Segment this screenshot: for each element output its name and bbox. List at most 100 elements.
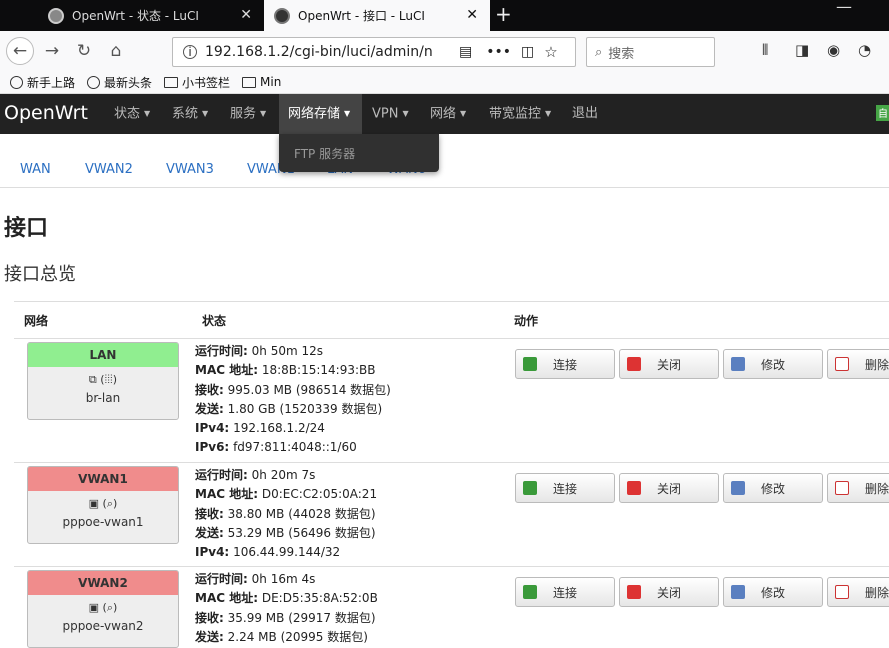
interface-name: VWAN2 [28, 571, 178, 595]
browser-tab-bar: OpenWrt - 状态 - LuCI ✕ OpenWrt - 接口 - LuC… [0, 0, 889, 31]
tx-value: 1.80 GB (1520339 数据包) [227, 401, 383, 416]
connect-button[interactable]: 连接 [515, 577, 615, 607]
menu-network[interactable]: 网络 ▼ [422, 94, 474, 134]
brand-logo[interactable]: OpenWrt [4, 102, 88, 124]
page-actions-icon[interactable]: ••• [486, 44, 511, 60]
edit-button[interactable]: 修改 [723, 473, 823, 503]
pocket-icon[interactable]: ◫ [521, 44, 534, 60]
button-label: 修改 [761, 481, 786, 496]
reload-icon[interactable]: ↻ [70, 37, 98, 65]
menu-logout[interactable]: 退出 [564, 94, 606, 134]
mac-label: MAC 地址: [195, 591, 259, 606]
account-icon[interactable]: ◉ [827, 41, 840, 59]
url-text[interactable]: 192.168.1.2/cgi-bin/luci/admin/n [205, 44, 455, 60]
refresh-icon [523, 585, 537, 599]
menu-nas[interactable]: 网络存储 ▼ [279, 94, 362, 134]
browser-toolbar: ← → ↻ ⌂ i 192.168.1.2/cgi-bin/luci/admin… [0, 31, 889, 71]
delete-icon [835, 481, 849, 495]
browser-tab-status[interactable]: OpenWrt - 状态 - LuCI ✕ [38, 0, 264, 31]
interface-status: 运行时间: 0h 16m 4s MAC 地址: DE:D5:35:8A:52:0… [195, 570, 378, 647]
status-badge: 自 [876, 105, 889, 121]
folder-icon [242, 76, 257, 88]
menu-services[interactable]: 服务 ▼ [222, 94, 274, 134]
library-icon[interactable]: ⫴ [762, 41, 768, 59]
delete-button[interactable]: 删除 [827, 349, 889, 379]
uptime-value: 0h 50m 12s [251, 344, 323, 358]
section-title: 接口总览 [4, 264, 76, 285]
caret-down-icon: ▼ [402, 109, 409, 118]
interface-status: 运行时间: 0h 50m 12s MAC 地址: 18:8B:15:14:93:… [195, 342, 391, 458]
button-label: 删除 [865, 357, 889, 372]
rx-value: 995.03 MB (986514 数据包) [227, 382, 391, 397]
interface-device-box: ▣ (⌕) pppoe-vwan2 [28, 595, 178, 647]
button-label: 修改 [761, 357, 786, 372]
close-button[interactable]: 关闭 [619, 577, 719, 607]
delete-button[interactable]: 删除 [827, 473, 889, 503]
stop-icon [627, 585, 641, 599]
sidebar-icon[interactable]: ◨ [795, 41, 809, 59]
row-divider [14, 462, 889, 463]
tab-vwan2[interactable]: VWAN2 [85, 162, 133, 177]
openwrt-favicon-icon [274, 7, 290, 24]
back-arrow-icon[interactable]: ← [6, 37, 34, 65]
interface-badge-vwan1: VWAN1 ▣ (⌕) pppoe-vwan1 [27, 466, 179, 544]
search-bar[interactable]: ⌕ 搜索 [586, 37, 715, 67]
column-header: 网络 [24, 314, 49, 328]
search-placeholder: 搜索 [608, 46, 635, 62]
delete-icon [835, 585, 849, 599]
new-tab-icon[interactable]: + [495, 2, 512, 26]
menu-label: 退出 [572, 106, 599, 121]
bookmark-label: Min [260, 75, 282, 89]
address-bar[interactable]: i 192.168.1.2/cgi-bin/luci/admin/n ▤ •••… [172, 37, 576, 67]
bookmark-item[interactable]: 最新头条 [87, 74, 152, 91]
bookmark-item[interactable]: 新手上路 [10, 74, 75, 91]
tab-wan[interactable]: WAN [20, 162, 51, 177]
browser-tab-interfaces[interactable]: OpenWrt - 接口 - LuCI ✕ [264, 0, 490, 31]
info-icon[interactable]: i [183, 45, 197, 59]
page-title: 接口 [4, 216, 49, 241]
folder-icon [164, 76, 179, 88]
rx-label: 接收: [195, 382, 224, 397]
reader-view-icon[interactable]: ▤ [459, 44, 472, 60]
tx-label: 发送: [195, 401, 224, 416]
menu-label: 服务 [230, 106, 257, 122]
forward-arrow-icon[interactable]: → [38, 37, 66, 65]
menu-vpn[interactable]: VPN ▼ [364, 94, 417, 134]
row-divider [14, 338, 889, 339]
connect-button[interactable]: 连接 [515, 473, 615, 503]
bookmark-folder[interactable]: Min [242, 75, 281, 89]
sync-icon[interactable]: ◔ [858, 41, 871, 59]
tab-vwan3[interactable]: VWAN3 [166, 162, 214, 177]
dropdown-item-ftp[interactable]: FTP 服务器 [294, 145, 355, 162]
column-header: 状态 [202, 314, 227, 328]
close-tab-icon[interactable]: ✕ [466, 7, 478, 23]
bookmark-star-icon[interactable]: ☆ [544, 43, 557, 61]
button-label: 关闭 [657, 481, 682, 496]
connect-button[interactable]: 连接 [515, 349, 615, 379]
menu-label: 带宽监控 [489, 106, 542, 122]
close-tab-icon[interactable]: ✕ [240, 7, 252, 23]
interface-tabs: WAN VWAN2 VWAN3 VWAN1 LAN WAN6 [0, 160, 889, 188]
edit-button[interactable]: 修改 [723, 349, 823, 379]
button-label: 连接 [553, 585, 578, 600]
interface-badge-lan: LAN ⧉ (⦙⦙⦙) br-lan [27, 342, 179, 420]
close-button[interactable]: 关闭 [619, 473, 719, 503]
delete-button[interactable]: 删除 [827, 577, 889, 607]
bookmarks-bar: 新手上路 最新头条 小书签栏 Min [0, 71, 889, 94]
bookmark-folder[interactable]: 小书签栏 [164, 74, 230, 91]
uptime-label: 运行时间: [195, 344, 248, 358]
interface-device-box: ▣ (⌕) pppoe-vwan1 [28, 491, 178, 543]
mac-value: DE:D5:35:8A:52:0B [261, 591, 378, 606]
uptime-label: 运行时间: [195, 468, 248, 482]
home-icon[interactable]: ⌂ [102, 37, 130, 65]
menu-system[interactable]: 系统 ▼ [164, 94, 216, 134]
close-button[interactable]: 关闭 [619, 349, 719, 379]
tab-title: OpenWrt - 状态 - LuCI [72, 9, 199, 23]
caret-down-icon: ▼ [144, 109, 151, 118]
menu-bandwidth[interactable]: 带宽监控 ▼ [481, 94, 559, 134]
mac-value: D0:EC:C2:05:0A:21 [261, 487, 378, 502]
minimize-window-icon[interactable]: — [836, 0, 852, 16]
button-label: 删除 [865, 585, 889, 600]
menu-status[interactable]: 状态 ▼ [106, 94, 158, 134]
edit-button[interactable]: 修改 [723, 577, 823, 607]
